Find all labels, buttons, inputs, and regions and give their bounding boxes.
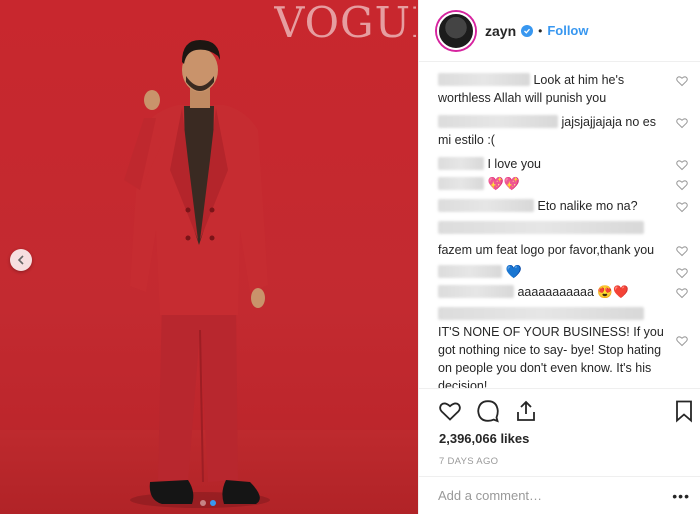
share-icon[interactable] (514, 399, 538, 423)
comment-item: jajsjajjajaja no es mi estilo :( (419, 113, 700, 149)
blurred-username (438, 265, 502, 278)
comment-item: I love you (419, 155, 700, 173)
blurred-username (438, 221, 644, 234)
like-comment-heart-icon[interactable] (676, 287, 688, 299)
avatar[interactable] (437, 11, 475, 50)
blurred-username (438, 199, 534, 212)
username[interactable]: zayn (485, 23, 516, 39)
like-comment-heart-icon[interactable] (676, 201, 688, 213)
carousel-dot (200, 500, 206, 506)
comment-item: IT'S NONE OF YOUR BUSINESS! If you got n… (419, 305, 700, 388)
blurred-username (438, 115, 558, 128)
comment-item (419, 219, 700, 237)
post-timestamp[interactable]: 7 DAYS AGO (439, 456, 498, 467)
like-comment-heart-icon[interactable] (676, 335, 688, 347)
separator: • (538, 23, 543, 38)
comment-item: 💙 (419, 263, 700, 281)
like-comment-heart-icon[interactable] (676, 75, 688, 87)
comment-item: 💖💖 (419, 175, 700, 193)
post-photo[interactable]: VOGUE (0, 0, 418, 514)
comment-text: aaaaaaaaaaa 😍❤️ (517, 285, 629, 299)
like-comment-heart-icon[interactable] (676, 245, 688, 257)
comment-input[interactable] (438, 488, 658, 503)
more-options-icon[interactable]: ••• (672, 488, 690, 504)
comment-text: Eto nalike mo na? (537, 199, 638, 213)
comment-item: aaaaaaaaaaa 😍❤️ (419, 283, 700, 301)
carousel-dot-active (210, 500, 216, 506)
bookmark-icon[interactable] (672, 399, 696, 423)
comment-list[interactable]: Look at him he's worthless Allah will pu… (419, 63, 700, 388)
actions-divider (419, 388, 700, 389)
comment-text: I love you (487, 157, 541, 171)
comment-text: fazem um feat logo por favor,thank you (438, 243, 655, 257)
add-comment-bar: ••• (418, 476, 700, 514)
like-comment-heart-icon[interactable] (676, 179, 688, 191)
comment-text: 💙 (505, 264, 522, 279)
carousel-prev-button[interactable] (10, 249, 32, 271)
comment-item: Eto nalike mo na? (419, 197, 700, 215)
like-comment-heart-icon[interactable] (676, 159, 688, 171)
blurred-username (438, 157, 484, 170)
blurred-username (438, 307, 644, 320)
post-actions (438, 398, 696, 424)
chevron-left-icon (17, 255, 24, 265)
post-header: zayn • Follow (419, 0, 700, 62)
blurred-username (438, 177, 484, 190)
verified-badge-icon (521, 24, 534, 37)
like-count[interactable]: 2,396,066 likes (439, 431, 529, 446)
vogue-logo: VOGUE (274, 2, 416, 44)
blurred-username (438, 285, 514, 298)
like-comment-heart-icon[interactable] (676, 117, 688, 129)
carousel-indicator (200, 500, 216, 506)
comment-text: IT'S NONE OF YOUR BUSINESS! If you got n… (438, 325, 664, 388)
like-comment-heart-icon[interactable] (676, 267, 688, 279)
speech-bubble-icon[interactable] (476, 399, 500, 423)
follow-button[interactable]: Follow (547, 23, 588, 38)
model-figure (124, 40, 270, 508)
comment-text: 💖💖 (487, 176, 520, 191)
comment-item: fazem um feat logo por favor,thank you (419, 241, 700, 259)
blurred-username (438, 73, 530, 86)
heart-outline-icon[interactable] (438, 399, 462, 423)
comment-item: Look at him he's worthless Allah will pu… (419, 71, 700, 107)
